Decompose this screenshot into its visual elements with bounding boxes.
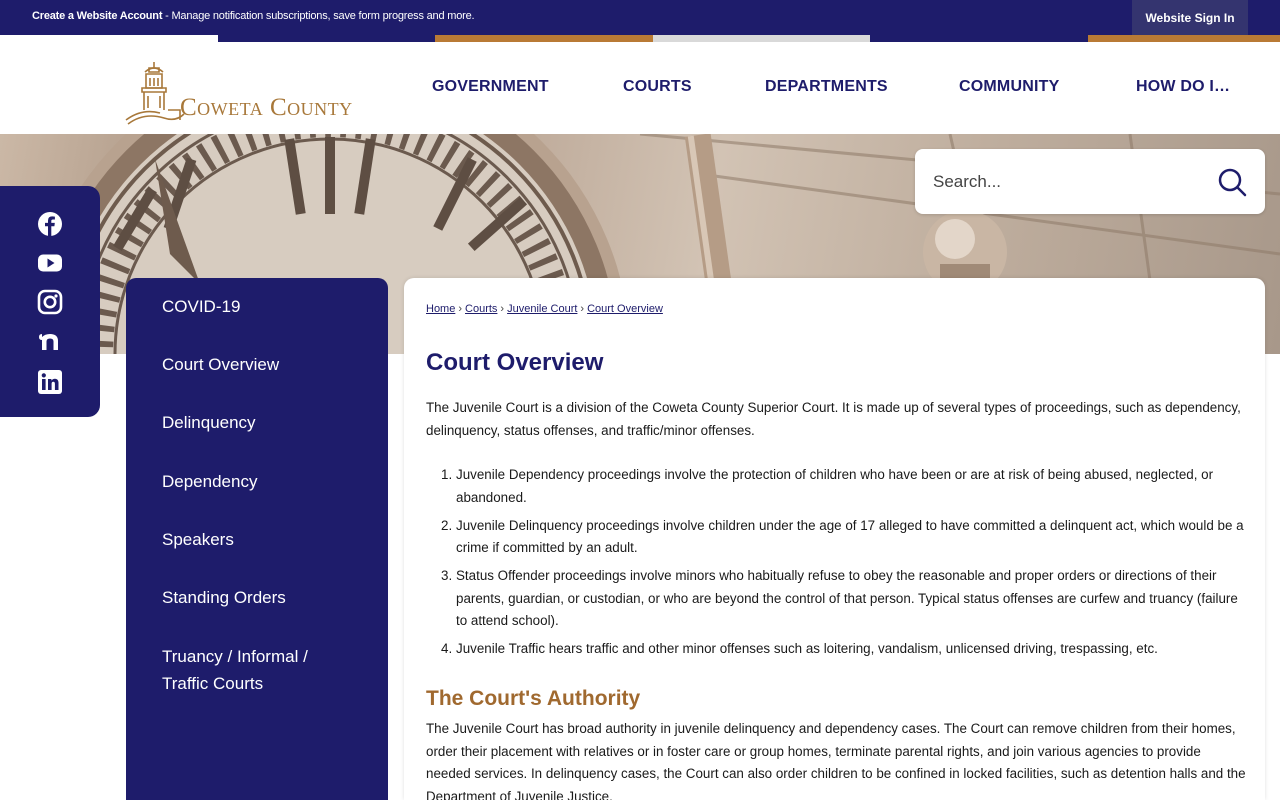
nav-community[interactable]: COMMUNITY (959, 78, 1059, 96)
social-links (0, 186, 100, 417)
authority-paragraph: The Juvenile Court has broad authority i… (426, 721, 1246, 800)
accent-stripe (218, 35, 435, 42)
instagram-icon[interactable] (37, 289, 63, 315)
list-item-text: Juvenile Delinquency proceedings involve… (456, 517, 1244, 556)
search-input[interactable] (933, 169, 1203, 195)
search-box (915, 149, 1265, 214)
facebook-icon[interactable] (37, 211, 63, 237)
page-title: Court Overview (426, 349, 604, 376)
breadcrumb-courts[interactable]: Courts (465, 303, 497, 315)
nav-government[interactable]: GOVERNMENT (432, 78, 549, 96)
list-item: 2. Juvenile Delinquency proceedings invo… (426, 515, 1246, 560)
sidebar-item-speakers[interactable]: Speakers (162, 526, 362, 553)
accent-stripe (1088, 35, 1280, 42)
linkedin-icon[interactable] (37, 369, 63, 395)
search-icon[interactable] (1216, 166, 1248, 198)
nav-departments[interactable]: DEPARTMENTS (765, 78, 888, 96)
accent-stripe (653, 35, 870, 42)
breadcrumb: Home › Courts › Juvenile Court › Court Overvie… (426, 303, 663, 315)
main-content: Home › Courts › Juvenile Court › Court Overvie… (404, 278, 1265, 800)
breadcrumb-court-overview[interactable]: Court Overview (587, 303, 663, 315)
breadcrumb-juvenile-court[interactable]: Juvenile Court (507, 303, 577, 315)
breadcrumb-separator: › (500, 303, 505, 315)
list-item-text: Juvenile Dependency proceedings involve … (456, 467, 1214, 505)
list-item-number: 2. (441, 517, 453, 533)
sidebar-item-delinquency[interactable]: Delinquency (162, 409, 362, 436)
create-account-desc: - Manage notification subscriptions, sav… (162, 10, 475, 22)
breadcrumb-separator: › (580, 303, 585, 315)
county-name[interactable]: Coweta County (180, 94, 353, 122)
youtube-icon[interactable] (37, 250, 63, 276)
accent-stripe (435, 35, 653, 42)
authority-heading: The Court's Authority (426, 687, 641, 710)
list-item-text: Juvenile Traffic hears traffic and other… (456, 641, 1158, 657)
nextdoor-icon[interactable] (37, 329, 63, 355)
create-account-label[interactable]: Create a Website Account (32, 10, 162, 22)
list-item: 4. Juvenile Traffic hears traffic and ot… (426, 638, 1246, 661)
accent-stripe (870, 35, 1088, 42)
sign-in-button[interactable]: Website Sign In (1132, 0, 1248, 35)
list-item: 1. Juvenile Dependency proceedings invol… (426, 464, 1246, 509)
sidebar-item-covid-19[interactable]: COVID-19 (162, 293, 362, 320)
breadcrumb-home[interactable]: Home (426, 303, 455, 315)
nav-courts[interactable]: COURTS (623, 78, 692, 96)
accent-stripe (0, 35, 218, 42)
list-item-number: 1. (441, 467, 453, 482)
nav-how-do-i[interactable]: HOW DO I… (1136, 78, 1230, 96)
proceedings-list: 1. Juvenile Dependency proceedings invol… (426, 464, 1246, 666)
list-item-number: 3. (441, 568, 453, 584)
list-item-text: Status Offender proceedings involve mino… (456, 568, 1238, 629)
list-item-number: 4. (441, 641, 453, 657)
sidebar-item-truancy-informal-traffic[interactable]: Truancy / Informal / Traffic Courts (162, 643, 332, 697)
account-bar: Create a Website Account - Manage notifi… (0, 0, 1280, 35)
sidebar-item-court-overview[interactable]: Court Overview (162, 351, 362, 378)
sidebar-item-standing-orders[interactable]: Standing Orders (162, 584, 362, 611)
section-sidebar: COVID-19 Court Overview Delinquency Depe… (126, 278, 388, 800)
create-account-link[interactable]: Create a Website Account - Manage notifi… (32, 10, 475, 22)
sidebar-item-dependency[interactable]: Dependency (162, 468, 362, 495)
breadcrumb-separator: › (458, 303, 463, 315)
list-item: 3. Status Offender proceedings involve m… (426, 565, 1246, 633)
intro-paragraph: The Juvenile Court is a division of the … (426, 400, 1241, 438)
